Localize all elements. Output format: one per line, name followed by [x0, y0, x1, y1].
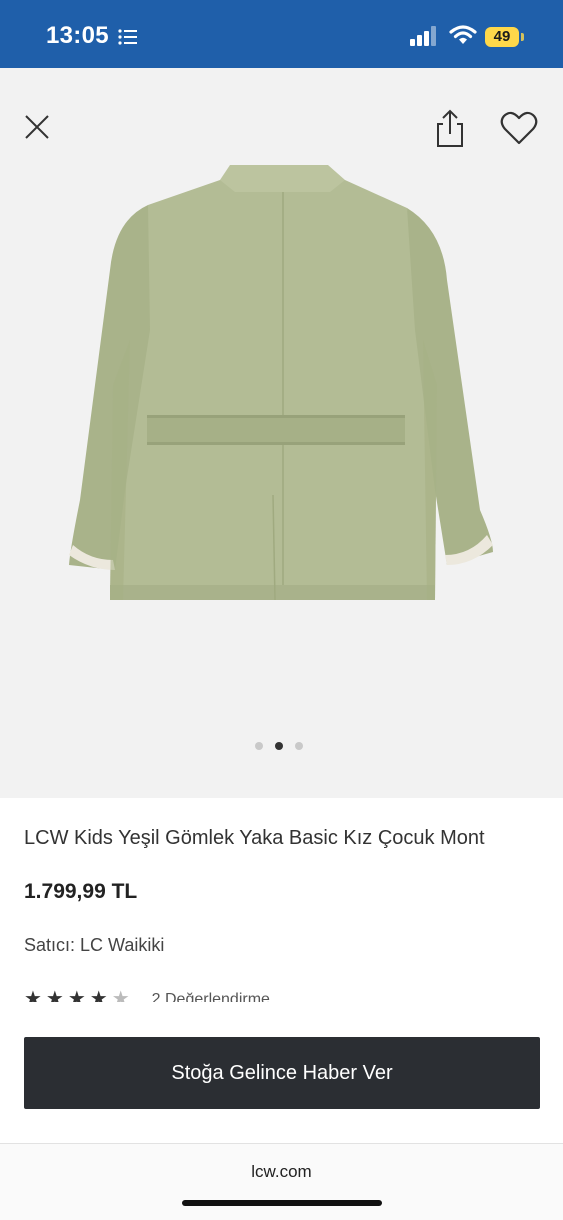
seller-row: Satıcı: LC Waikiki — [24, 935, 164, 956]
close-icon[interactable] — [22, 112, 52, 142]
review-count-link[interactable]: 2 Değerlendirme — [152, 988, 270, 1002]
stars-empty: ★ — [111, 988, 134, 1002]
product-title: LCW Kids Yeşil Gömlek Yaka Basic Kız Çoc… — [24, 827, 485, 849]
browser-url[interactable]: lcw.com — [0, 1162, 563, 1182]
rating-stars: ★★★★★ — [24, 988, 134, 1002]
notify-when-in-stock-button[interactable]: Stoğa Gelince Haber Ver — [24, 1037, 540, 1109]
battery-icon: 49 — [485, 27, 519, 47]
product-price: 1.799,99 TL — [24, 880, 138, 903]
stars-filled: ★★★★ — [24, 988, 112, 1002]
gallery-dot-active[interactable] — [275, 742, 283, 750]
share-icon[interactable] — [432, 108, 468, 148]
product-image[interactable] — [55, 160, 505, 630]
gallery-dot[interactable] — [255, 742, 263, 750]
status-time: 13:05 — [46, 22, 109, 49]
battery-tip — [521, 33, 524, 41]
seller-label: Satıcı: — [24, 935, 76, 955]
gallery-dot[interactable] — [295, 742, 303, 750]
wifi-icon — [449, 25, 477, 44]
home-indicator[interactable] — [182, 1200, 382, 1206]
heart-icon[interactable] — [500, 110, 538, 146]
status-bar: 13:05 49 — [0, 0, 563, 68]
rating-row[interactable]: ★★★★★ 2 Değerlendirme — [24, 988, 270, 1002]
seller-name-link[interactable]: LC Waikiki — [80, 935, 164, 955]
signal-icon — [410, 26, 436, 46]
list-icon — [118, 29, 137, 45]
gallery-pagination — [255, 742, 303, 750]
